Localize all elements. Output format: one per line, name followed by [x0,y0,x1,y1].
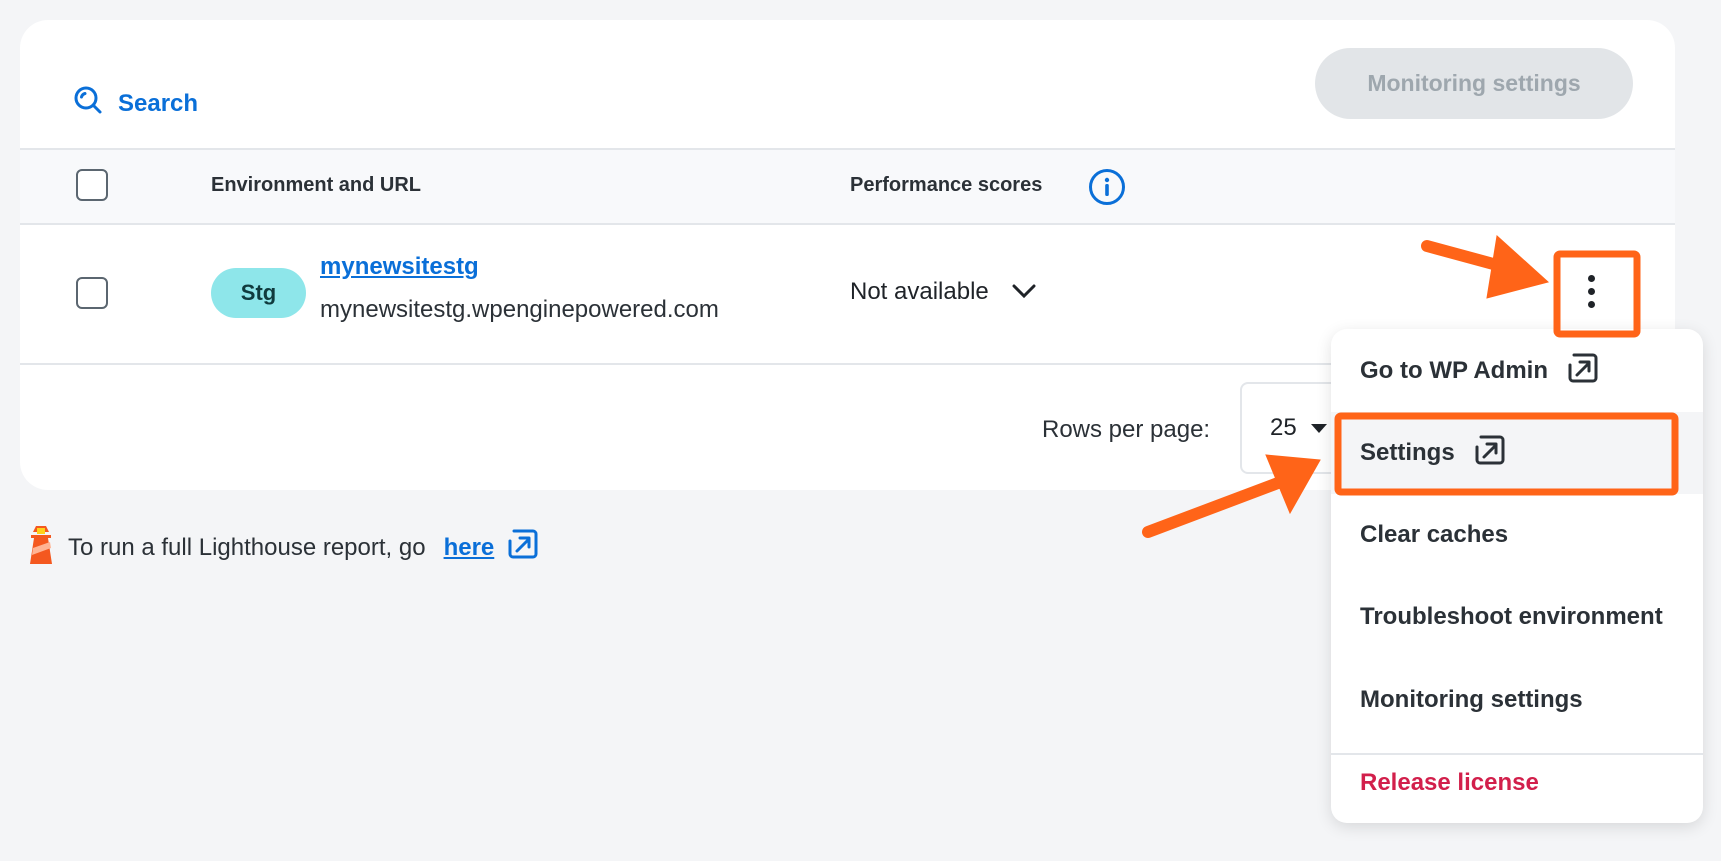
info-icon[interactable] [1088,168,1126,206]
kebab-dot [1587,287,1595,295]
row-checkbox[interactable] [76,277,108,309]
rows-per-page-label: Rows per page: [1042,416,1211,443]
kebab-dot [1587,300,1595,308]
rows-per-page-value: 25 [1270,414,1297,441]
menu-item-release-license[interactable]: Release license [1331,742,1703,823]
row-actions-kebab-button[interactable] [1556,256,1626,326]
lighthouse-note: To run a full Lighthouse report, go here [26,522,540,573]
menu-item-label: Clear caches [1360,521,1509,548]
menu-item-label: Troubleshoot environment [1360,603,1663,630]
menu-item-clear-caches[interactable]: Clear caches [1331,494,1703,576]
caret-down-icon [1310,423,1327,433]
menu-item-label: Settings [1360,439,1455,466]
lighthouse-text: To run a full Lighthouse report, go [68,533,426,561]
menu-item-go-to-wp-admin[interactable]: Go to WP Admin [1331,330,1703,412]
chevron-down-icon [1011,278,1037,306]
site-name-link[interactable]: mynewsitestg [320,253,479,281]
external-link-icon[interactable] [506,527,540,568]
select-all-checkbox[interactable] [76,169,108,201]
monitoring-settings-button[interactable]: Monitoring settings [1315,48,1633,119]
environment-badge: Stg [211,268,306,318]
external-link-icon [1566,351,1600,392]
search-button[interactable]: Search [72,84,198,123]
lighthouse-here-link[interactable]: here [444,534,495,562]
menu-item-settings[interactable]: Settings [1331,412,1703,494]
performance-value: Not available [850,278,989,305]
menu-item-troubleshoot-environment[interactable]: Troubleshoot environment [1331,576,1703,658]
lighthouse-icon [26,522,56,573]
row-actions-menu: Go to WP Admin Settings Clear caches Tro… [1331,329,1703,823]
column-environment-url: Environment and URL [211,174,422,196]
search-label: Search [118,89,199,117]
column-performance-scores: Performance scores [850,174,1043,196]
external-link-icon [1473,433,1507,474]
search-icon [72,84,104,123]
menu-item-monitoring-settings[interactable]: Monitoring settings [1331,659,1703,741]
performance-dropdown[interactable]: Not available [850,278,1037,306]
table-header: Environment and URL Performance scores [20,148,1675,225]
menu-item-label: Monitoring settings [1360,686,1583,713]
menu-item-label: Go to WP Admin [1360,357,1548,384]
kebab-dot [1587,274,1595,282]
site-url: mynewsitestg.wpenginepowered.com [320,296,719,323]
menu-item-label: Release license [1360,769,1539,796]
